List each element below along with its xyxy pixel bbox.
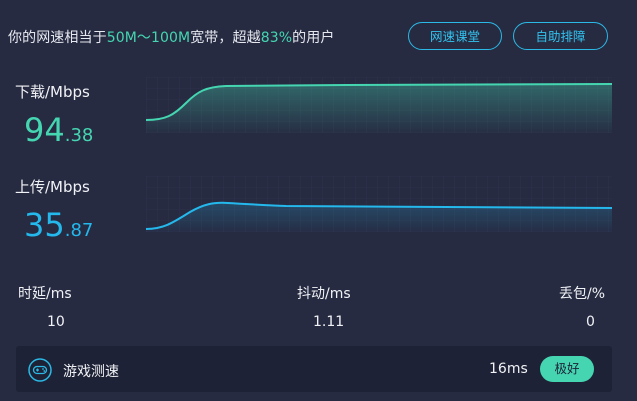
- latency-label: 时延/ms: [18, 286, 72, 302]
- download-chart-area: [146, 84, 612, 133]
- speed-test-result-panel: 你的网速相当于50M～100M宽带，超越83%的用户 网速课堂 自助排障 下载/…: [0, 0, 637, 401]
- download-label: 下载/Mbps: [15, 83, 90, 101]
- upload-chart-svg: [146, 176, 612, 232]
- game-rating-badge: 极好: [540, 356, 594, 382]
- download-chart-svg: [146, 77, 612, 133]
- download-speed-chart: [146, 77, 612, 133]
- game-speed-row[interactable]: 游戏测速 16ms 极好: [16, 346, 612, 392]
- packet-loss-value: 0: [586, 314, 595, 330]
- download-speed-decimal: .38: [64, 125, 94, 146]
- upload-speed-decimal: .87: [64, 220, 94, 241]
- jitter-label: 抖动/ms: [297, 286, 351, 302]
- upload-speed-chart: [146, 176, 612, 232]
- upload-speed-integer: 35: [24, 206, 65, 244]
- packet-loss-label: 丢包/%: [559, 286, 606, 302]
- gamepad-icon: [28, 358, 52, 382]
- speed-course-button[interactable]: 网速课堂: [408, 22, 502, 50]
- summary-middle: 宽带，超越: [190, 30, 261, 46]
- summary-prefix: 你的网速相当于: [8, 30, 107, 46]
- bandwidth-range: 50M～100M: [106, 30, 191, 46]
- self-troubleshoot-button[interactable]: 自助排障: [513, 22, 608, 50]
- percentile-value: 83%: [260, 30, 293, 46]
- upload-label: 上传/Mbps: [15, 178, 90, 196]
- upload-speed-value: 35.87: [24, 209, 93, 241]
- jitter-value: 1.11: [313, 314, 345, 330]
- game-latency-value: 16ms: [489, 361, 528, 377]
- download-speed-integer: 94: [24, 111, 65, 149]
- summary-suffix: 的用户: [292, 30, 335, 46]
- speed-summary-text: 你的网速相当于50M～100M宽带，超越83%的用户: [8, 27, 334, 47]
- latency-value: 10: [47, 314, 65, 330]
- game-speed-label: 游戏测速: [63, 364, 119, 380]
- download-speed-value: 94.38: [24, 114, 93, 146]
